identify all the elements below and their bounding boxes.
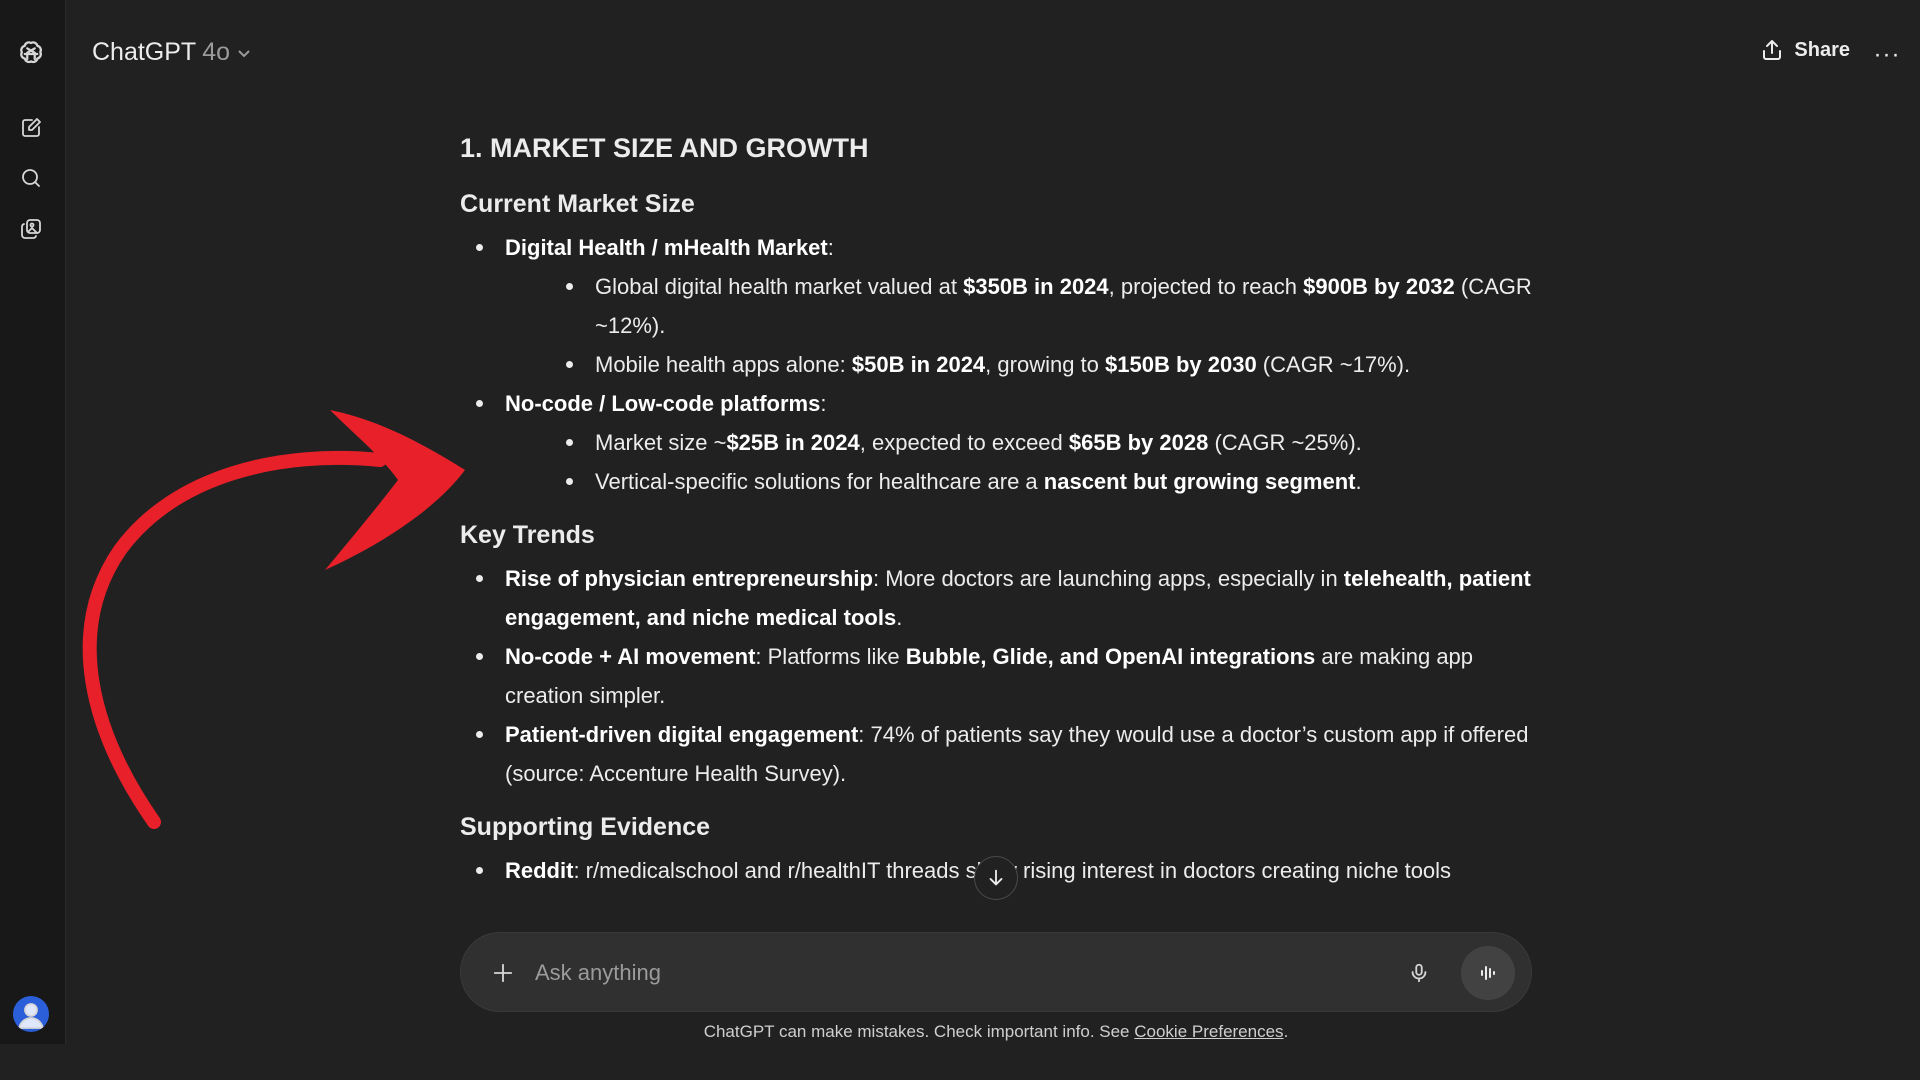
model-selector[interactable]: ChatGPT 4o: [92, 38, 252, 67]
text-run: .: [1355, 469, 1362, 494]
section-heading: Current Market Size: [460, 190, 695, 218]
more-options-button[interactable]: ···: [1872, 40, 1902, 70]
new-chat-icon[interactable]: [15, 112, 47, 144]
scroll-to-bottom-button[interactable]: [974, 856, 1018, 900]
text-run: (CAGR ~25%).: [1208, 430, 1362, 455]
prompt-input[interactable]: [535, 953, 1365, 993]
list-item: Digital Health / mHealth Market: Global d…: [460, 228, 1540, 384]
bold-text: nascent but growing segment: [1043, 469, 1356, 494]
bold-text: No-code / Low-code platforms: [505, 391, 821, 416]
list-item: Rise of physician entrepreneurship: More…: [460, 559, 1540, 637]
text-run: :: [820, 391, 827, 416]
assistant-message: 1. MARKET SIZE AND GROWTH Current Market…: [460, 128, 1540, 936]
plus-icon: [493, 963, 513, 983]
text-run: : More doctors are launching apps, espec…: [872, 566, 1344, 591]
avatar[interactable]: [13, 996, 49, 1032]
text-run: , projected to reach: [1108, 274, 1304, 299]
top-bar: ChatGPT 4o Share ···: [66, 0, 1920, 112]
cookie-preferences-link[interactable]: Cookie Preferences: [1134, 1022, 1283, 1041]
section-heading: Key Trends: [460, 521, 595, 549]
nested-list-item: Market size ~$25B in 2024, expected to e…: [505, 423, 1540, 462]
arrow-down-icon: [989, 869, 1003, 886]
message-composer: [460, 932, 1532, 1012]
text-run: :: [827, 235, 834, 260]
bold-text: No-code + AI movement: [505, 644, 756, 669]
nested-list-item: Mobile health apps alone: $50B in 2024, …: [505, 345, 1540, 384]
model-version: 4o: [202, 38, 231, 66]
text-run: : Platforms like: [755, 644, 906, 669]
disclaimer-text: ChatGPT can make mistakes. Check importa…: [703, 1022, 1135, 1041]
message-heading: 1. MARKET SIZE AND GROWTH: [460, 133, 869, 163]
nested-list-item: Global digital health market valued at $…: [505, 267, 1540, 345]
voice-mode-button[interactable]: [1461, 946, 1515, 1000]
chevron-down-icon: [238, 49, 250, 57]
text-run: Market size ~: [595, 430, 727, 455]
share-icon: [1763, 40, 1782, 60]
text-run: Global digital health market valued at: [595, 274, 964, 299]
library-icon[interactable]: [15, 213, 47, 245]
model-name: ChatGPT: [92, 38, 197, 66]
text-run: , expected to exceed: [859, 430, 1069, 455]
bold-text: Rise of physician entrepreneurship: [505, 566, 873, 591]
disclaimer: ChatGPT can make mistakes. Check importa…: [460, 1022, 1532, 1042]
bold-text: $900B by 2032: [1303, 274, 1455, 299]
openai-logo-icon[interactable]: [15, 38, 47, 70]
bold-text: $150B by 2030: [1105, 352, 1257, 377]
list-item: No-code / Low-code platforms: Market size…: [460, 384, 1540, 501]
bold-text: Reddit: [505, 858, 574, 883]
voice-waveform-icon: [1481, 966, 1495, 980]
text-run: Vertical-specific solutions for healthca…: [595, 469, 1044, 494]
nested-bullet-list: Market size ~$25B in 2024, expected to e…: [505, 423, 1540, 501]
dictate-button[interactable]: [1399, 953, 1439, 993]
text-run: .: [896, 605, 903, 630]
bold-text: $65B by 2028: [1068, 430, 1209, 455]
bold-text: Bubble, Glide, and OpenAI integrations: [905, 644, 1316, 669]
microphone-icon: [1411, 963, 1427, 983]
red-annotation-arrow: [82, 410, 465, 829]
disclaimer-end: .: [1283, 1022, 1289, 1041]
search-icon[interactable]: [15, 162, 47, 194]
text-run: Mobile health apps alone:: [595, 352, 852, 377]
sidebar-rail: [0, 0, 66, 1044]
nested-bullet-list: Global digital health market valued at $…: [505, 267, 1540, 384]
text-run: , growing to: [985, 352, 1106, 377]
bullet-list: Digital Health / mHealth Market: Global d…: [460, 228, 1540, 501]
share-button[interactable]: Share: [1760, 38, 1850, 62]
text-run: (CAGR ~17%).: [1256, 352, 1411, 377]
add-attachment-button[interactable]: [483, 953, 523, 993]
bold-text: $25B in 2024: [726, 430, 860, 455]
list-item: No-code + AI movement: Platforms like Bu…: [460, 637, 1540, 715]
bullet-list: Rise of physician entrepreneurship: More…: [460, 559, 1540, 793]
bold-text: Digital Health / mHealth Market: [505, 235, 828, 260]
bold-text: $350B in 2024: [963, 274, 1109, 299]
section-heading: Supporting Evidence: [460, 813, 711, 841]
nested-list-item: Vertical-specific solutions for healthca…: [505, 462, 1540, 501]
list-item: Patient-driven digital engagement: 74% o…: [460, 715, 1540, 793]
bold-text: $50B in 2024: [851, 352, 986, 377]
share-label: Share: [1794, 38, 1850, 61]
bold-text: Patient-driven digital engagement: [505, 722, 859, 747]
